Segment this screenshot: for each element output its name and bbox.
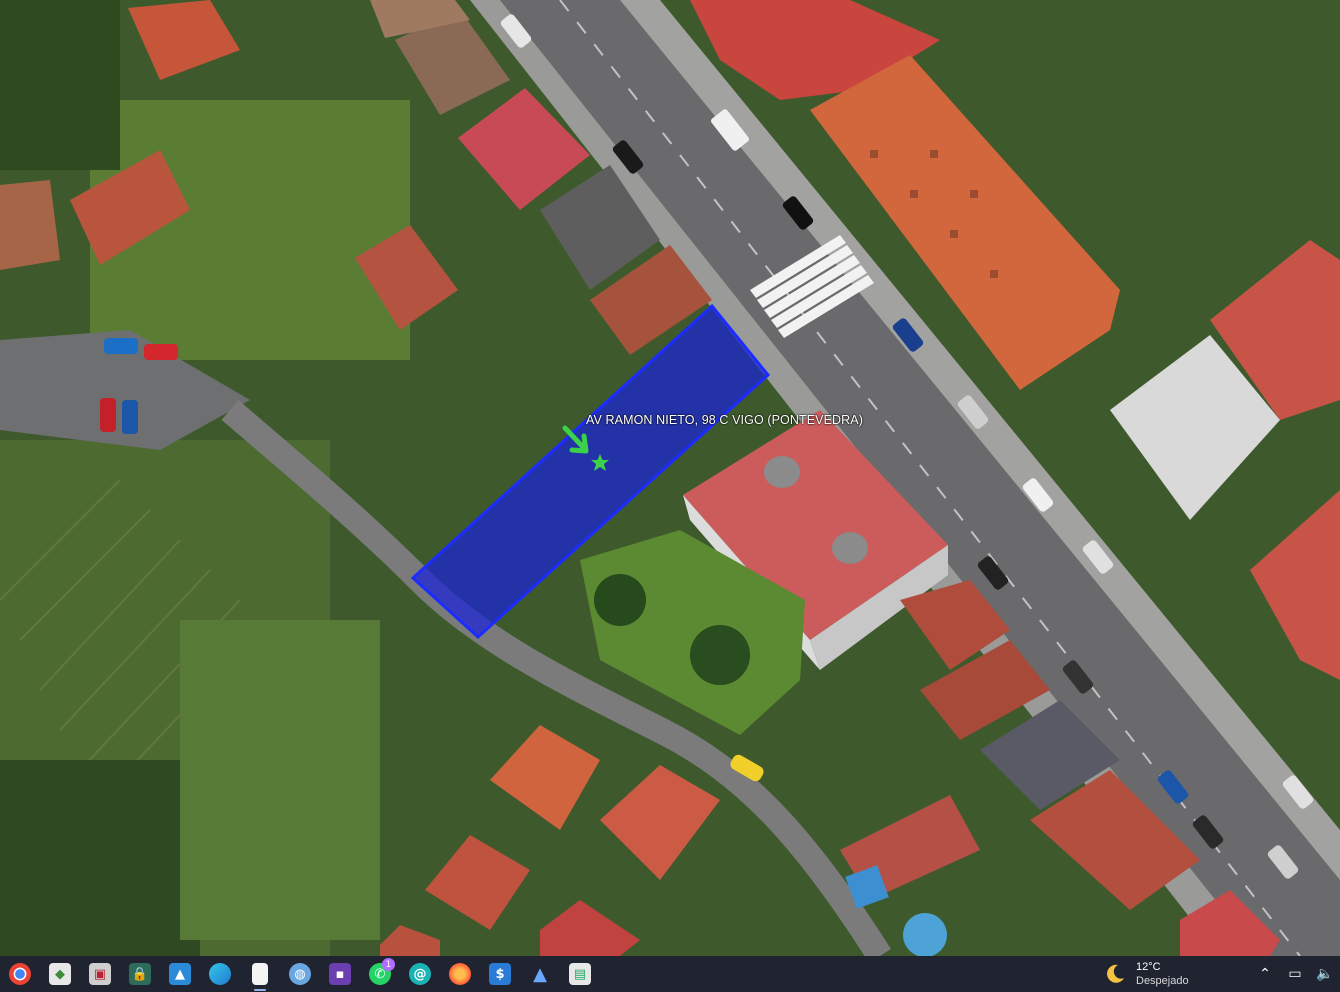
weather-temp: 12°C [1136, 961, 1161, 973]
speaker-icon[interactable]: 🔈 [1310, 966, 1340, 982]
save-floppy-icon[interactable]: ▪ [320, 956, 360, 992]
spiral-app-icon[interactable]: @ [400, 956, 440, 992]
chrome-icon[interactable] [0, 956, 40, 992]
moon-icon [1107, 964, 1124, 983]
dollar-app-icon[interactable]: $ [480, 956, 520, 992]
weather-widget[interactable]: 12°C Despejado [1104, 956, 1189, 992]
store-lock-icon[interactable]: 🔒 [120, 956, 160, 992]
edge-icon[interactable] [200, 956, 240, 992]
maps-app-icon[interactable]: ◆ [40, 956, 80, 992]
globe-icon[interactable]: ◍ [280, 956, 320, 992]
display-icon[interactable]: ▭ [1280, 966, 1310, 982]
file-explorer-icon[interactable]: ▣ [80, 956, 120, 992]
weather-desc: Despejado [1136, 975, 1189, 987]
parcel-address-label: AV RAMON NIETO, 98 C VIGO (PONTEVEDRA) [586, 413, 863, 427]
photos-icon[interactable]: ▲ [160, 956, 200, 992]
whatsapp-icon[interactable]: ✆ 1 [360, 956, 400, 992]
chevron-up-icon[interactable]: ⌃ [1250, 966, 1280, 982]
presentation-icon[interactable]: ▤ [560, 956, 600, 992]
triangle-app-icon[interactable]: ▲ [520, 956, 560, 992]
firefox-icon[interactable] [440, 956, 480, 992]
satellite-map[interactable]: AV RAMON NIETO, 98 C VIGO (PONTEVEDRA) [0, 0, 1340, 956]
taskbar: ◆ ▣ 🔒 ▲ ◍ ▪ ✆ 1 @ $ ▲ ▤ 12°C Despejado ⌃ … [0, 956, 1340, 992]
notification-badge: 1 [382, 958, 395, 971]
document-icon[interactable] [240, 956, 280, 992]
system-tray: ⌃ ▭ 🔈 [1250, 956, 1340, 992]
